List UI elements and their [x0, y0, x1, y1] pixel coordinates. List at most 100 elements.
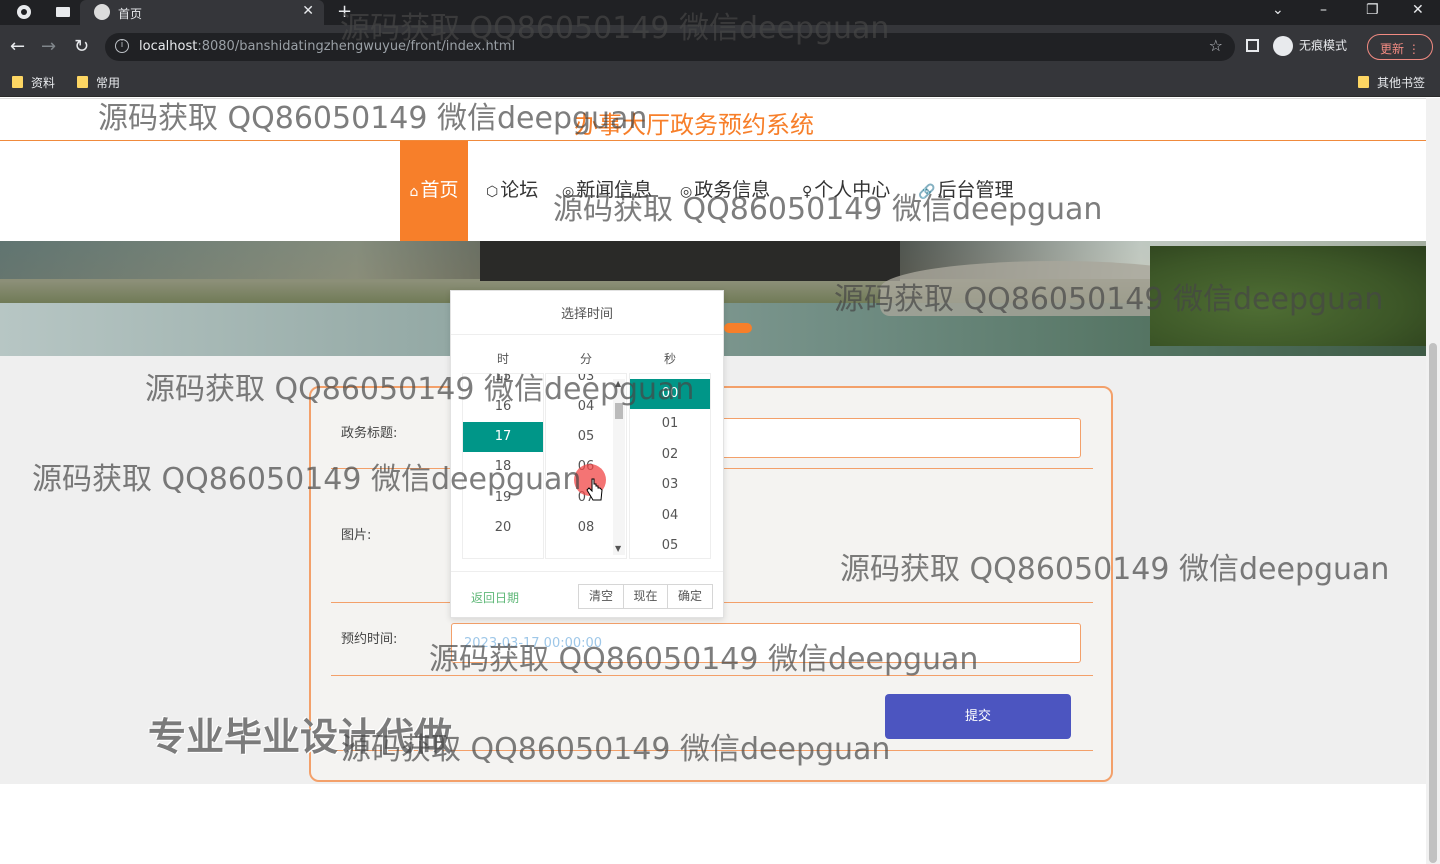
- scrollbar-thumb[interactable]: [1429, 343, 1437, 863]
- news-icon: ◎: [562, 184, 575, 200]
- back-arrow-icon[interactable]: ←: [10, 36, 25, 57]
- second-header: 秒: [663, 352, 676, 366]
- minute-header: 分: [579, 352, 592, 366]
- second-option-selected[interactable]: 00: [630, 379, 710, 409]
- nav-news[interactable]: ◎ 新闻信息: [562, 141, 652, 241]
- picker-confirm-button[interactable]: 确定: [667, 584, 713, 609]
- hour-option[interactable]: 19: [463, 483, 543, 513]
- side-panel-icon[interactable]: [1246, 39, 1259, 52]
- bookmarks-bar: 资料 常用 其他书签: [0, 67, 1440, 97]
- back-to-date-link[interactable]: 返回日期: [471, 589, 519, 606]
- promo-watermark: 专业毕业设计代做: [148, 715, 453, 759]
- browser-menu-icon[interactable]: [16, 4, 32, 20]
- hour-option[interactable]: 20: [463, 513, 543, 543]
- info-icon: ◎: [680, 184, 693, 200]
- nav-forum-label: 论坛: [500, 179, 539, 201]
- submit-button[interactable]: 提交: [885, 694, 1071, 739]
- nav-news-label: 新闻信息: [576, 179, 653, 201]
- nav-forum[interactable]: ⬡ 论坛: [486, 141, 538, 241]
- page-scrollbar[interactable]: [1426, 98, 1440, 864]
- url-host: localhost: [139, 39, 198, 54]
- title-label: 政务标题:: [341, 426, 398, 441]
- url-text[interactable]: localhost:8080/banshidatingzhengwuyue/fr…: [139, 39, 515, 54]
- home-icon: ⌂: [409, 184, 419, 200]
- nav-home-label: 首页: [420, 179, 459, 201]
- forward-arrow-icon[interactable]: →: [41, 36, 56, 57]
- time-picker: 选择时间 时 分 秒 15 16 17 18 19 20 03 04 05 06…: [450, 290, 724, 618]
- minute-scroll-thumb[interactable]: [615, 403, 623, 419]
- hour-option[interactable]: 18: [463, 452, 543, 482]
- incognito-label: 无痕模式: [1299, 38, 1348, 53]
- time-input-value: 2023-03-17 00:00:00: [464, 636, 603, 651]
- close-window-button[interactable]: ✕: [1412, 2, 1424, 18]
- picker-now-button[interactable]: 现在: [623, 584, 668, 609]
- folder-icon: [1358, 76, 1369, 88]
- hour-option[interactable]: 16: [463, 392, 543, 422]
- second-option[interactable]: 01: [630, 409, 710, 439]
- second-option[interactable]: 05: [630, 531, 710, 558]
- site-title: 办事大厅政务预约系统: [574, 111, 814, 139]
- hour-option-selected[interactable]: 17: [463, 422, 543, 452]
- bookmark-label: 资料: [31, 76, 56, 90]
- cube-icon: ⬡: [486, 184, 499, 200]
- other-bookmarks-folder[interactable]: 其他书签: [1358, 74, 1425, 91]
- second-option[interactable]: 03: [630, 470, 710, 500]
- incognito-indicator[interactable]: 无痕模式: [1273, 36, 1347, 56]
- folder-icon: [12, 76, 23, 88]
- nav-home[interactable]: ⌂ 首页: [400, 141, 468, 241]
- banner-pavilion: [480, 241, 900, 281]
- picker-title: 选择时间: [451, 291, 723, 335]
- minimize-window-button[interactable]: –: [1320, 2, 1327, 18]
- link-icon: 🔗: [918, 184, 936, 200]
- browser-tabbar: 首页 ✕ + ⌄ – ❐ ✕: [0, 0, 1440, 25]
- page-favicon-icon: [94, 4, 110, 20]
- update-button[interactable]: 更新 ⋮: [1367, 34, 1433, 60]
- restore-window-button[interactable]: ❐: [1366, 2, 1379, 18]
- reload-icon[interactable]: ↻: [74, 36, 89, 57]
- carousel-indicator[interactable]: [724, 323, 752, 333]
- incognito-icon: [1273, 36, 1293, 56]
- browser-toolbar: ← → ↻ i localhost:8080/banshidatingzheng…: [0, 25, 1440, 67]
- picker-clear-button[interactable]: 清空: [578, 584, 624, 609]
- nav-user-center[interactable]: ♀ 个人中心: [802, 141, 890, 241]
- bookmark-folder-changyong[interactable]: 常用: [77, 74, 120, 91]
- second-column[interactable]: 00 01 02 03 04 05: [629, 373, 711, 559]
- time-label: 预约时间:: [341, 632, 398, 647]
- hour-option[interactable]: 15: [463, 374, 543, 392]
- nav-user-center-label: 个人中心: [814, 179, 891, 201]
- tab-title: 首页: [118, 7, 143, 21]
- nav-admin[interactable]: 🔗 后台管理: [918, 141, 1013, 241]
- hour-header: 时: [496, 352, 509, 366]
- address-bar[interactable]: i localhost:8080/banshidatingzhengwuyue/…: [105, 33, 1235, 61]
- user-icon: ♀: [802, 184, 813, 200]
- time-input[interactable]: 2023-03-17 00:00:00: [451, 623, 1081, 663]
- update-label: 更新: [1380, 42, 1405, 56]
- hand-cursor-icon: [586, 478, 603, 501]
- bookmark-folder-ziliao[interactable]: 资料: [12, 74, 55, 91]
- second-option[interactable]: 02: [630, 440, 710, 470]
- tab-search-icon[interactable]: [55, 4, 71, 20]
- tab-close-icon[interactable]: ✕: [302, 3, 314, 19]
- minute-scrollbar[interactable]: ▲ ▼: [613, 379, 625, 555]
- scroll-up-arrow-icon[interactable]: ▲: [615, 379, 621, 388]
- picker-footer-divider: [451, 571, 723, 572]
- hour-column[interactable]: 15 16 17 18 19 20: [462, 373, 544, 559]
- image-label: 图片:: [341, 528, 372, 543]
- url-path: :8080/banshidatingzhengwuyue/front/index…: [197, 39, 516, 54]
- second-option[interactable]: 04: [630, 501, 710, 531]
- nav-admin-label: 后台管理: [937, 179, 1014, 201]
- header-top-divider: [0, 98, 1426, 99]
- site-info-icon[interactable]: i: [115, 39, 129, 53]
- banner-trees: [1150, 246, 1426, 346]
- nav-gov-info-label: 政务信息: [694, 179, 771, 201]
- nav-gov-info[interactable]: ◎ 政务信息: [680, 141, 770, 241]
- browser-tab-active[interactable]: 首页 ✕: [80, 0, 324, 25]
- page-footer: [0, 784, 1426, 864]
- form-divider: [331, 675, 1093, 676]
- folder-icon: [77, 76, 88, 88]
- scroll-down-arrow-icon[interactable]: ▼: [615, 544, 621, 553]
- bookmark-label: 常用: [96, 76, 121, 90]
- new-tab-button[interactable]: +: [337, 1, 352, 22]
- tab-list-chevron-icon[interactable]: ⌄: [1272, 2, 1284, 18]
- bookmark-star-icon[interactable]: ☆: [1209, 36, 1223, 55]
